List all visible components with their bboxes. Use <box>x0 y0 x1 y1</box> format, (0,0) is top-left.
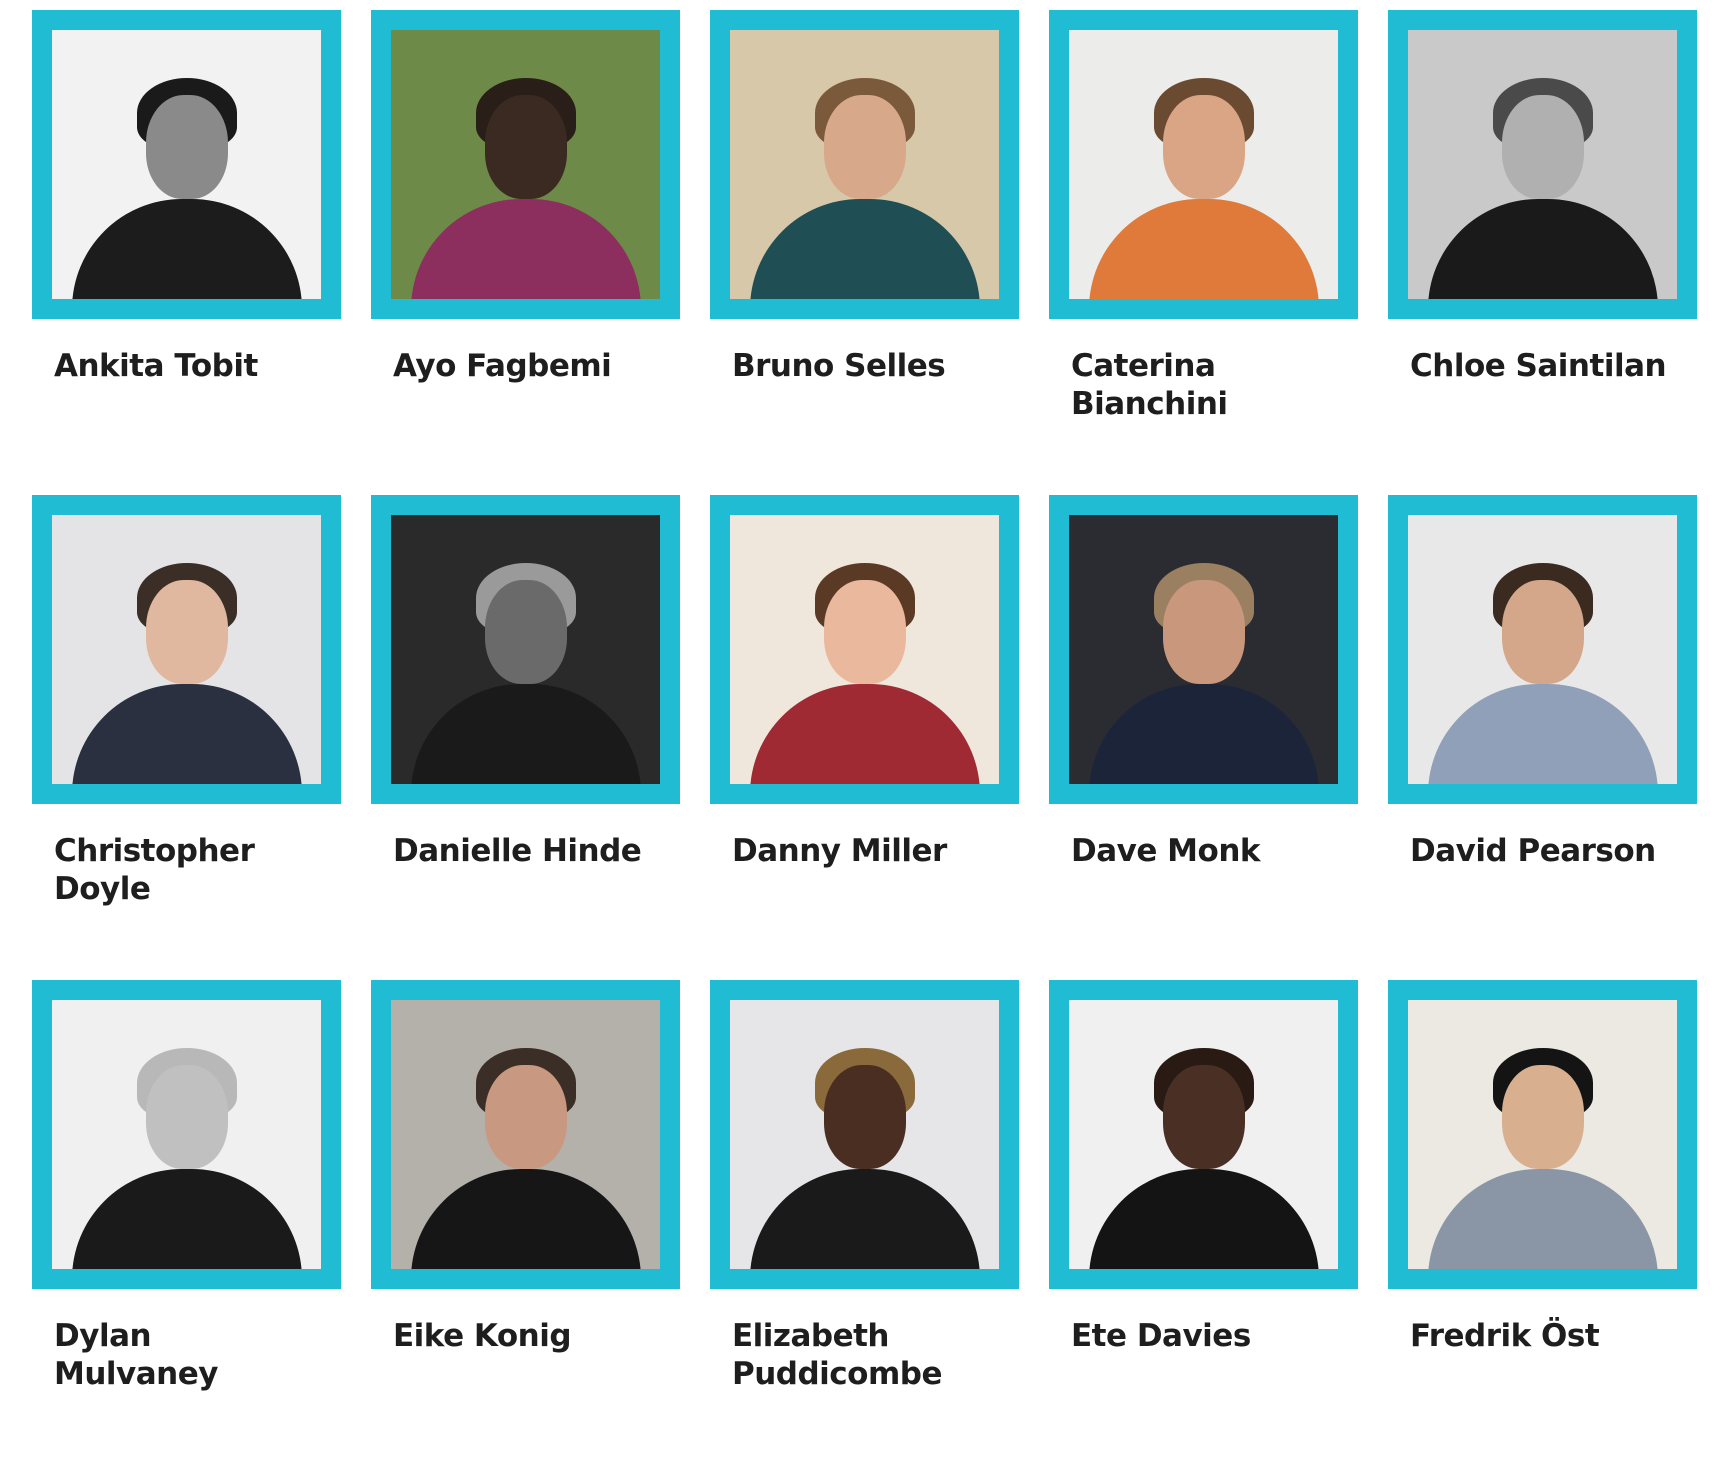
person-photo <box>1069 30 1338 299</box>
person-card[interactable]: Danielle Hinde <box>371 495 680 980</box>
person-photo-frame[interactable] <box>1049 10 1358 319</box>
person-card[interactable]: Eike Konig <box>371 980 680 1465</box>
person-photo-frame[interactable] <box>710 980 1019 1289</box>
person-name[interactable]: Chloe Saintilan <box>1410 347 1680 385</box>
person-photo-frame[interactable] <box>710 10 1019 319</box>
person-photo-frame[interactable] <box>32 980 341 1289</box>
person-photo-frame[interactable] <box>1388 10 1697 319</box>
photo-face-shape <box>1501 1064 1584 1169</box>
person-name[interactable]: Caterina Bianchini <box>1071 347 1341 423</box>
person-photo-frame[interactable] <box>371 10 680 319</box>
person-photo <box>391 1000 660 1269</box>
person-photo-frame[interactable] <box>1049 495 1358 804</box>
person-card[interactable]: David Pearson <box>1388 495 1697 980</box>
person-photo-frame[interactable] <box>1388 495 1697 804</box>
person-photo <box>1069 515 1338 784</box>
photo-face-shape <box>1162 1064 1245 1169</box>
person-card[interactable]: Dave Monk <box>1049 495 1358 980</box>
person-name[interactable]: Ankita Tobit <box>54 347 324 385</box>
person-photo <box>1069 1000 1338 1269</box>
person-card[interactable]: Fredrik Öst <box>1388 980 1697 1465</box>
person-card[interactable]: Ete Davies <box>1049 980 1358 1465</box>
people-grid: Ankita Tobit Ayo Fagbemi Bruno Selles Cater… <box>32 10 1697 1465</box>
person-photo <box>1408 30 1677 299</box>
person-photo <box>52 1000 321 1269</box>
person-photo-frame[interactable] <box>710 495 1019 804</box>
photo-face-shape <box>484 579 567 684</box>
person-name[interactable]: Ayo Fagbemi <box>393 347 663 385</box>
photo-face-shape <box>823 94 906 199</box>
person-card[interactable]: Elizabeth Puddicombe <box>710 980 1019 1465</box>
photo-face-shape <box>1162 94 1245 199</box>
person-name[interactable]: Fredrik Öst <box>1410 1317 1680 1355</box>
person-photo <box>730 515 999 784</box>
person-card[interactable]: Chloe Saintilan <box>1388 10 1697 495</box>
person-photo-frame[interactable] <box>371 980 680 1289</box>
photo-face-shape <box>145 1064 228 1169</box>
photo-face-shape <box>823 579 906 684</box>
person-photo-frame[interactable] <box>32 10 341 319</box>
person-photo <box>52 515 321 784</box>
person-name[interactable]: Eike Konig <box>393 1317 663 1355</box>
person-photo <box>52 30 321 299</box>
photo-face-shape <box>145 579 228 684</box>
person-name[interactable]: Bruno Selles <box>732 347 1002 385</box>
photo-face-shape <box>1501 579 1584 684</box>
photo-face-shape <box>484 1064 567 1169</box>
photo-face-shape <box>823 1064 906 1169</box>
person-photo-frame[interactable] <box>371 495 680 804</box>
person-card[interactable]: Christopher Doyle <box>32 495 341 980</box>
person-name[interactable]: Ete Davies <box>1071 1317 1341 1355</box>
person-name[interactable]: Danny Miller <box>732 832 1002 870</box>
person-name[interactable]: David Pearson <box>1410 832 1680 870</box>
person-photo-frame[interactable] <box>32 495 341 804</box>
person-name[interactable]: Dave Monk <box>1071 832 1341 870</box>
photo-face-shape <box>1162 579 1245 684</box>
person-photo <box>1408 515 1677 784</box>
person-card[interactable]: Ayo Fagbemi <box>371 10 680 495</box>
person-name[interactable]: Danielle Hinde <box>393 832 663 870</box>
photo-face-shape <box>484 94 567 199</box>
person-name[interactable]: Dylan Mulvaney <box>54 1317 324 1393</box>
person-name[interactable]: Christopher Doyle <box>54 832 324 908</box>
person-photo <box>730 1000 999 1269</box>
person-card[interactable]: Caterina Bianchini <box>1049 10 1358 495</box>
photo-face-shape <box>1501 94 1584 199</box>
person-name[interactable]: Elizabeth Puddicombe <box>732 1317 1002 1393</box>
person-card[interactable]: Danny Miller <box>710 495 1019 980</box>
person-photo <box>1408 1000 1677 1269</box>
person-card[interactable]: Bruno Selles <box>710 10 1019 495</box>
person-card[interactable]: Ankita Tobit <box>32 10 341 495</box>
person-photo-frame[interactable] <box>1388 980 1697 1289</box>
person-photo <box>391 515 660 784</box>
person-photo-frame[interactable] <box>1049 980 1358 1289</box>
person-photo <box>391 30 660 299</box>
person-card[interactable]: Dylan Mulvaney <box>32 980 341 1465</box>
person-photo <box>730 30 999 299</box>
photo-face-shape <box>145 94 228 199</box>
